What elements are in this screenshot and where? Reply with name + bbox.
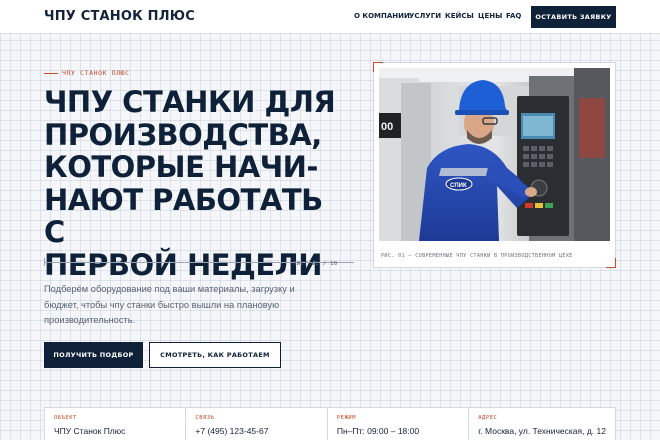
info-value: г. Москва, ул. Техническая, д. 12	[478, 426, 606, 436]
sheet-number: ЛИСТ 01 / 10	[293, 261, 338, 267]
info-cell-address: АДРЕС г. Москва, ул. Техническая, д. 12	[469, 408, 615, 440]
get-selection-button[interactable]: ПОЛУЧИТЬ ПОДБОР	[44, 342, 143, 368]
how-we-work-button[interactable]: СМОТРЕТЬ, КАК РАБОТАЕМ	[149, 342, 281, 368]
nav-link-prices[interactable]: ЦЕНЫ	[478, 12, 502, 20]
hero-title: ЧПУ СТАНКИ ДЛЯ ПРОИЗВОДСТВА, КОТОРЫЕ НАЧ…	[44, 86, 344, 281]
cnc-operator-illustration: 00 СПИК	[379, 68, 610, 241]
info-label: РЕЖИМ	[336, 415, 356, 421]
phone-link[interactable]: +7 (495) 123-45-67	[195, 426, 317, 436]
info-value: Пн–Пт: 09:00 – 18:00	[336, 426, 420, 436]
nav-link-services[interactable]: УСЛУГИ	[409, 12, 441, 20]
eyebrow-label: ЧПУ СТАНОК ПЛЮС	[62, 69, 130, 77]
hero-lead: Подберём оборудование под ваши материалы…	[44, 284, 295, 325]
hero-photo: 00 СПИК	[379, 68, 610, 241]
info-cell-object: ОБЪЕКТ ЧПУ Станок Плюс	[45, 408, 187, 440]
nav-link-faq[interactable]: FAQ	[506, 12, 521, 20]
eyebrow-dash	[44, 72, 58, 74]
photo-caption: РИС. 01 — СОВРЕМЕННЫЕ ЧПУ СТАНКИ В ПРОИЗ…	[381, 253, 573, 259]
nav-link-about[interactable]: О КОМПАНИИ	[354, 12, 410, 20]
svg-text:00: 00	[381, 121, 393, 133]
info-cell-contact: СВЯЗЬ +7 (495) 123-45-67	[186, 408, 328, 440]
nav-link-cases[interactable]: КЕЙСЫ	[445, 12, 474, 20]
request-button[interactable]: ОСТАВИТЬ ЗАЯВКУ	[531, 6, 616, 28]
hero-title-line: НАЮТ РАБОТАТЬ С	[44, 182, 323, 249]
corner-mark-bottom-right	[606, 258, 616, 268]
info-label: ОБЪЕКТ	[54, 415, 77, 421]
hero-title-line: ЧПУ СТАНКИ ДЛЯ	[44, 85, 336, 119]
info-value: ЧПУ Станок Плюс	[54, 426, 126, 436]
info-label: СВЯЗЬ	[195, 415, 215, 421]
hero-eyebrow: ЧПУ СТАНОК ПЛЮС	[44, 69, 130, 77]
site-header: ЧПУ СТАНОК ПЛЮС О КОМПАНИИ УСЛУГИ КЕЙСЫ …	[0, 0, 660, 34]
worker-badge-text: СПИК	[450, 183, 467, 189]
info-bar: ОБЪЕКТ ЧПУ Станок Плюс СВЯЗЬ +7 (495) 12…	[44, 407, 616, 440]
info-cell-hours: РЕЖИМ Пн–Пт: 09:00 – 18:00	[328, 408, 470, 440]
hero-title-line: ПРОИЗВОДСТВА,	[44, 117, 322, 152]
hero-title-line: КОТОРЫЕ НАЧИ-	[44, 150, 318, 184]
site-logo[interactable]: ЧПУ СТАНОК ПЛЮС	[44, 9, 195, 24]
info-label: АДРЕС	[478, 415, 498, 421]
